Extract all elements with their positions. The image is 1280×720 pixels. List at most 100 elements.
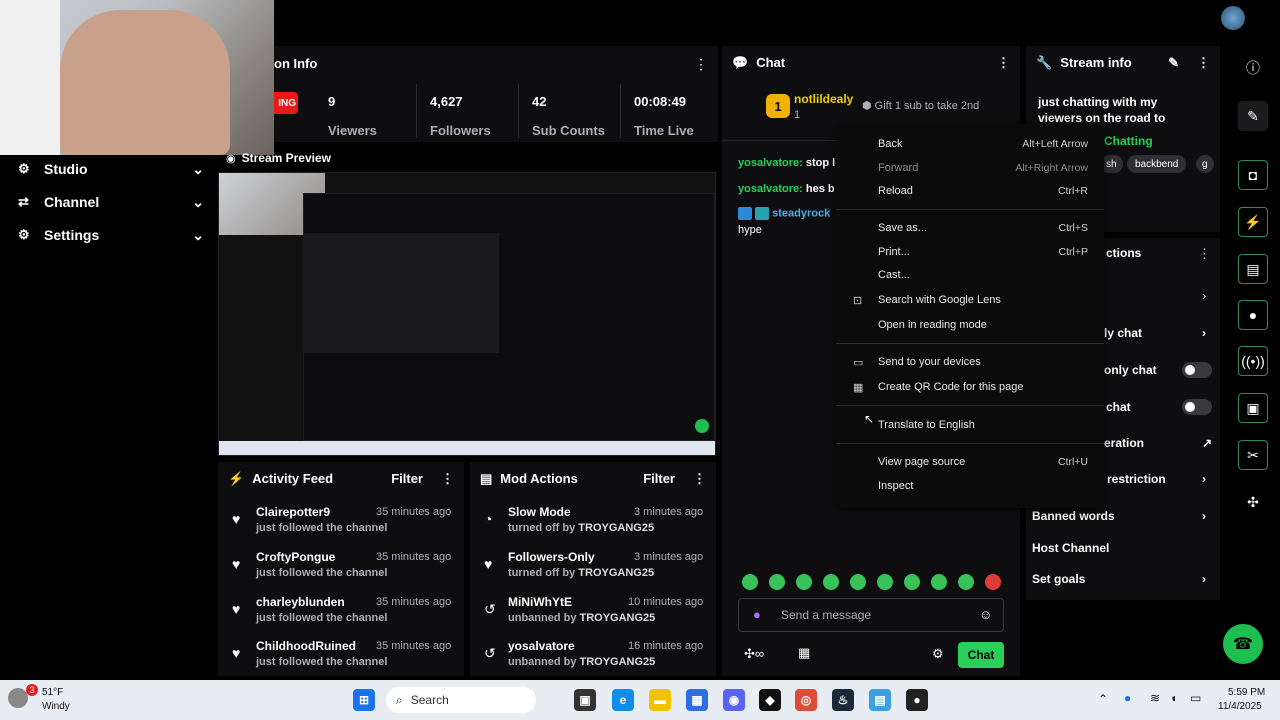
nodes-icon[interactable]: ✣ <box>1238 487 1268 517</box>
chat-username[interactable]: steadyrock <box>772 207 830 219</box>
info-icon[interactable]: ⓘ <box>1238 53 1268 83</box>
broadcast-icon[interactable]: ((•)) <box>1238 346 1268 376</box>
kebab-menu-icon[interactable]: ⋮ <box>1198 246 1211 262</box>
ctx-shortcut: Alt+Left Arrow <box>1022 138 1088 150</box>
follower-name: charleyblunden <box>256 595 345 609</box>
chat-toggle[interactable] <box>1182 399 1212 415</box>
gift-button[interactable]: ⬢ Gift 1 sub to take 2nd <box>862 99 979 112</box>
pencil-icon[interactable]: ✎ <box>1168 55 1179 70</box>
mic-icon[interactable]: ● <box>1124 691 1131 705</box>
lightning-icon[interactable]: ⚡ <box>1238 207 1268 237</box>
ctx-label: Back <box>878 138 903 150</box>
obs-icon[interactable]: ● <box>906 689 928 711</box>
stream-info-panel-title: Stream info <box>1060 55 1132 70</box>
weather-widget[interactable]: 3 51°F Windy <box>8 684 118 716</box>
ctx-label: Inspect <box>878 480 914 492</box>
kebab-menu-icon[interactable]: ⋮ <box>1197 55 1210 70</box>
discord-icon[interactable]: ◉ <box>723 689 745 711</box>
mic-icon[interactable]: ● <box>753 607 761 622</box>
chat-actions-title: ctions <box>1106 246 1142 260</box>
notepad-icon[interactable]: ▤ <box>869 689 891 711</box>
chat-settings-icon[interactable]: ⚙ <box>932 646 944 662</box>
emote-icon[interactable] <box>931 574 947 590</box>
emote-icon[interactable] <box>742 574 758 590</box>
sidebar-item-settings[interactable]: ⚙ Settings ⌄ <box>18 220 204 250</box>
only-chat-toggle[interactable] <box>1182 362 1212 378</box>
ctx-cast[interactable]: Cast... <box>836 264 1104 286</box>
capcut-icon[interactable]: ◆ <box>759 689 781 711</box>
mouse-cursor-icon: ↖ <box>864 412 875 426</box>
volume-icon[interactable]: ◖ <box>1170 691 1177 705</box>
kebab-menu-icon[interactable]: ⋮ <box>694 56 708 73</box>
ctx-shortcut: Ctrl+S <box>1058 222 1088 234</box>
chat-username[interactable]: yosalvatore: <box>738 157 803 169</box>
wrench-icon[interactable]: ✂ <box>1238 440 1268 470</box>
list-icon[interactable]: ▤ <box>1238 254 1268 284</box>
ctx-forward[interactable]: Forward Alt+Right Arrow <box>836 157 1104 179</box>
emote-icon[interactable] <box>877 574 893 590</box>
emoji-icon[interactable]: ☺ <box>979 607 992 622</box>
ctx-send-to-devices[interactable]: ▭ Send to your devices <box>836 351 1104 373</box>
chevron-right-icon: › <box>1202 572 1206 586</box>
ctx-inspect[interactable]: Inspect <box>836 475 1104 497</box>
chat-action-row[interactable]: Set goals › <box>1032 567 1217 591</box>
taskbar-time[interactable]: 5:59 PM <box>1228 687 1265 698</box>
chat-tools-icon[interactable]: ✣∞ <box>744 646 764 662</box>
ctx-reload[interactable]: Reload Ctrl+R <box>836 180 1104 202</box>
taskbar-search[interactable]: ⌕ Search <box>386 687 536 713</box>
kebab-menu-icon[interactable]: ⋮ <box>693 471 706 486</box>
chevron-up-icon[interactable]: ⌃ <box>1098 692 1108 706</box>
emote-icon[interactable] <box>985 574 1001 590</box>
ctx-back[interactable]: Back Alt+Left Arrow <box>836 133 1104 155</box>
edge-icon[interactable]: e <box>612 689 634 711</box>
support-chat-button[interactable]: ☎ <box>1223 624 1263 664</box>
follower-sub: just followed the channel <box>256 612 388 624</box>
emote-icon[interactable] <box>823 574 839 590</box>
chrome-icon[interactable]: ◎ <box>795 689 817 711</box>
chevron-right-icon: › <box>1202 326 1206 340</box>
avatar[interactable] <box>1221 6 1245 30</box>
wifi-icon[interactable]: ≋ <box>1150 691 1160 705</box>
taskbar-date[interactable]: 11/4/2025 <box>1218 701 1262 712</box>
store-icon[interactable]: ▦ <box>798 645 810 661</box>
battery-icon[interactable]: ▭ <box>1190 691 1201 705</box>
emote-icon[interactable] <box>958 574 974 590</box>
kebab-menu-icon[interactable]: ⋮ <box>441 471 454 486</box>
activity-filter-button[interactable]: Filter <box>391 471 423 486</box>
chat-bubble-icon[interactable]: ● <box>1238 300 1268 330</box>
emote-icon[interactable] <box>904 574 920 590</box>
chat-action-row[interactable]: Host Channel <box>1032 536 1217 560</box>
chat-username[interactable]: yosalvatore: <box>738 183 803 195</box>
lens-icon: ⊡ <box>853 294 863 307</box>
activity-feed-title-wrap: ⚡ Activity Feed <box>228 471 333 487</box>
emote-icon[interactable] <box>796 574 812 590</box>
edit-icon[interactable]: ✎ <box>1238 101 1268 131</box>
emote-icon[interactable] <box>769 574 785 590</box>
file-explorer-icon[interactable]: ▬ <box>649 689 671 711</box>
chevron-down-icon: ⌄ <box>192 226 204 243</box>
kebab-menu-icon[interactable]: ⋮ <box>997 55 1010 71</box>
ctx-google-lens[interactable]: ⊡ Search with Google Lens <box>836 289 1104 311</box>
ctx-save-as[interactable]: Save as... Ctrl+S <box>836 217 1104 239</box>
ctx-qr-code[interactable]: ▦ Create QR Code for this page <box>836 376 1104 398</box>
ctx-print[interactable]: Print... Ctrl+P <box>836 241 1104 263</box>
ctx-translate[interactable]: Translate to English <box>836 414 1104 436</box>
windows-start-icon[interactable]: ⊞ <box>353 689 375 711</box>
sidebar-item-studio[interactable]: ⚙ Studio ⌄ <box>18 154 204 184</box>
mod-filter-button[interactable]: Filter <box>643 471 675 486</box>
task-view-icon[interactable]: ▣ <box>574 689 596 711</box>
shield-icon[interactable]: ▣ <box>1238 393 1268 423</box>
stat-divider <box>416 84 417 138</box>
chevron-right-icon[interactable]: › <box>1202 288 1206 303</box>
steam-icon[interactable]: ♨ <box>832 689 854 711</box>
camera-icon[interactable]: ◘ <box>1238 160 1268 190</box>
ctx-view-source[interactable]: View page source Ctrl+U <box>836 451 1104 473</box>
store-icon[interactable]: ▦ <box>686 689 708 711</box>
ctx-reading-mode[interactable]: Open in reading mode <box>836 314 1104 336</box>
sidebar-item-channel[interactable]: ⇄ Channel ⌄ <box>18 187 204 217</box>
chat-input-box[interactable]: ● Send a message ☺ <box>738 598 1004 632</box>
webcam-door <box>0 0 60 155</box>
chat-action-label: chat <box>1106 400 1131 414</box>
chat-send-button[interactable]: Chat <box>958 642 1004 668</box>
emote-icon[interactable] <box>850 574 866 590</box>
